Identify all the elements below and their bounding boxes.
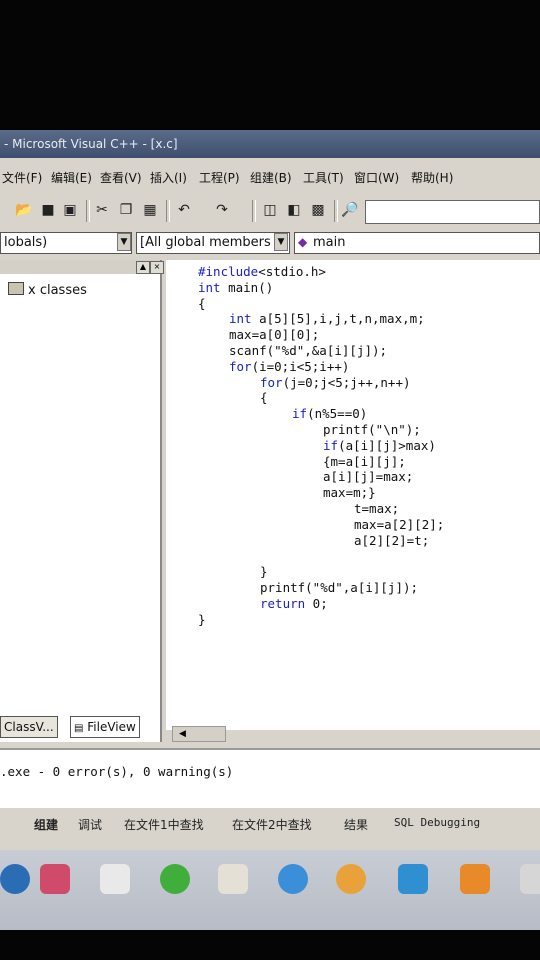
tab-fileview[interactable]: ▤ FileView <box>70 716 140 738</box>
find-in-files-icon[interactable]: 🔎 <box>340 200 360 220</box>
network-icon[interactable] <box>398 864 428 894</box>
code-line: int main() <box>198 279 274 295</box>
tab-classview[interactable]: ClassV... <box>0 716 58 738</box>
save-all-icon[interactable]: ▣ <box>60 200 80 220</box>
code-line: int a[5][5],i,j,t,n,max,m; <box>229 311 425 327</box>
code-line: { <box>198 295 206 311</box>
code-line: } <box>260 564 268 580</box>
undo-icon[interactable]: ↶ <box>174 200 194 220</box>
code-line: t=max; <box>354 501 400 516</box>
toolbar-separator <box>334 200 338 222</box>
code-line: a[2][2]=t; <box>354 532 430 548</box>
tab-fileview-label: FileView <box>87 720 136 734</box>
toolbar-separator <box>252 200 256 222</box>
output-pane: .exe - 0 error(s), 0 warning(s) <box>0 748 540 808</box>
workspace-pane: ▲ × x classes <box>0 260 164 742</box>
find-input[interactable] <box>365 200 540 224</box>
tray-icon[interactable] <box>520 864 540 894</box>
tab-find1[interactable]: 在文件1中查找 <box>124 816 204 833</box>
cut-icon[interactable]: ✂ <box>92 200 112 220</box>
code-line: return 0; <box>260 595 328 611</box>
tab-sql-debugging[interactable]: SQL Debugging <box>394 816 480 829</box>
paste-icon[interactable]: ▦ <box>140 200 160 220</box>
code-line: { <box>260 390 268 406</box>
function-label: main <box>313 235 346 250</box>
vc-window: - Microsoft Visual C++ - [x.c] 文件(F) 编辑(… <box>0 130 540 930</box>
folder-icon[interactable] <box>218 864 248 894</box>
redo-icon[interactable]: ↷ <box>212 200 232 220</box>
code-line: } <box>198 611 206 627</box>
code-line: {m=a[i][j]; <box>323 453 406 469</box>
copy-icon[interactable]: ❐ <box>116 200 136 220</box>
code-line: a[i][j]=max; <box>323 469 414 485</box>
browser-icon[interactable] <box>160 864 190 894</box>
code-line: for(j=0;j<5;j++,n++) <box>260 374 411 390</box>
menu-file[interactable]: 文件(F) <box>2 169 42 186</box>
code-line: if(n%5==0) <box>292 406 368 422</box>
blank-icon[interactable] <box>100 864 130 894</box>
window-title: - Microsoft Visual C++ - [x.c] <box>0 130 540 158</box>
menu-edit[interactable]: 编辑(E) <box>51 169 92 186</box>
ime-icon[interactable] <box>460 864 490 894</box>
workspace-icon[interactable]: ◫ <box>260 200 280 220</box>
members-combo[interactable]: [All global members <box>136 232 290 254</box>
build-result: .exe - 0 error(s), 0 warning(s) <box>0 764 234 779</box>
toolbar-separator <box>166 200 170 222</box>
menu-bar: 文件(F) 编辑(E) 查看(V) 插入(I) 工程(P) 组建(B) 工具(T… <box>0 164 540 190</box>
menu-view[interactable]: 查看(V) <box>100 169 142 186</box>
code-line: if(a[i][j]>max) <box>323 437 436 453</box>
menu-build[interactable]: 组建(B) <box>250 169 292 186</box>
tab-build[interactable]: 组建 <box>34 816 58 833</box>
save-icon[interactable]: ■ <box>38 200 58 220</box>
class-combo[interactable]: lobals) <box>0 232 132 254</box>
code-editor[interactable]: #include<stdio.h> int main(){int a[5][5],… <box>166 260 540 730</box>
code-line: for(i=0;i<5;i++) <box>229 358 350 374</box>
toolbar: 📂 ■ ▣ ✂ ❐ ▦ ↶ ↷ ◫ ◧ ▩ 🔎 <box>0 196 540 228</box>
code-line: printf("%d",a[i][j]); <box>260 580 419 595</box>
wizard-bar: lobals) ▼ [All global members ▼ main ◆ <box>0 230 540 258</box>
function-combo[interactable]: main <box>294 232 540 254</box>
tab-debug[interactable]: 调试 <box>78 816 102 833</box>
tree-node-classes[interactable]: x classes <box>8 282 87 298</box>
menu-help[interactable]: 帮助(H) <box>411 169 453 186</box>
code-line: max=m;} <box>323 485 376 501</box>
code-line: #include<stdio.h> <box>198 264 326 279</box>
output-tabs: 组建 调试 在文件1中查找 在文件2中查找 结果 SQL Debugging <box>0 810 540 840</box>
chevron-down-icon[interactable]: ▼ <box>274 233 288 251</box>
menu-window[interactable]: 窗口(W) <box>354 169 399 186</box>
horizontal-scrollbar[interactable]: ◀ <box>172 726 226 742</box>
tab-find2[interactable]: 在文件2中查找 <box>232 816 312 833</box>
tab-results[interactable]: 结果 <box>344 816 368 833</box>
tree-node-label: x classes <box>28 283 87 298</box>
file-icon: ▤ <box>74 723 84 734</box>
menu-insert[interactable]: 插入(I) <box>150 169 187 186</box>
chrome-icon[interactable] <box>336 864 366 894</box>
window-list-icon[interactable]: ▩ <box>308 200 328 220</box>
code-line: max=a[2][2]; <box>354 516 445 532</box>
dock-icon[interactable]: ▲ <box>136 261 150 274</box>
workspace-tabs: ClassV... ▤ FileView <box>0 714 160 738</box>
chat-icon[interactable] <box>278 864 308 894</box>
open-icon[interactable]: 📂 <box>14 200 34 220</box>
menu-tools[interactable]: 工具(T) <box>303 169 344 186</box>
code-line: max=a[0][0]; <box>229 327 320 343</box>
workspace-header: ▲ × <box>0 260 164 274</box>
method-icon: ◆ <box>298 235 308 249</box>
start-icon[interactable] <box>0 864 30 894</box>
output-icon[interactable]: ◧ <box>284 200 304 220</box>
code-line: printf("\n"); <box>323 422 421 437</box>
close-icon[interactable]: × <box>150 261 164 274</box>
toolbar-separator <box>86 200 90 222</box>
code-line: scanf("%d",&a[i][j]); <box>229 343 388 358</box>
taskbar <box>0 850 540 930</box>
app-icon[interactable] <box>40 864 70 894</box>
classes-icon <box>8 282 24 295</box>
chevron-down-icon[interactable]: ▼ <box>117 233 131 251</box>
menu-project[interactable]: 工程(P) <box>199 169 240 186</box>
